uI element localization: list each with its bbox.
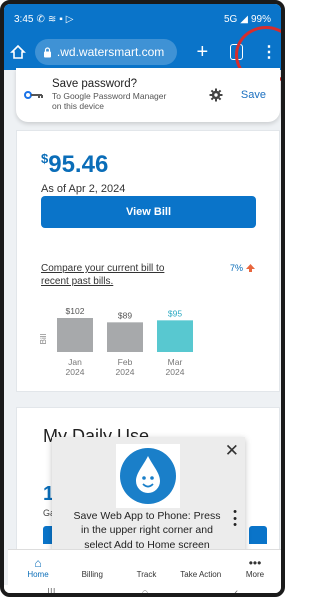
- chart-year-label: 2024: [166, 367, 185, 377]
- play-icon: ▷: [65, 13, 74, 25]
- nav-home-label: Home: [27, 570, 49, 579]
- nav-take-action[interactable]: Take Action: [179, 557, 223, 579]
- bill-as-of: As of Apr 2, 2024: [41, 183, 126, 195]
- phone-frame: 3:45 ✆ ≋ ▪ ▷ 5G ◢ 99% .wd.watersmart.com…: [0, 0, 285, 597]
- chart-month-label: Feb: [118, 357, 133, 367]
- url-text: .wd.watersmart.com: [56, 45, 165, 59]
- nav-track-label: Track: [136, 570, 157, 579]
- install-instructions-line2: in the upper right corner and: [81, 524, 213, 537]
- view-bill-button[interactable]: View Bill: [41, 196, 256, 228]
- compare-bills-link[interactable]: Compare your current bill to recent past…: [41, 262, 201, 288]
- android-nav-bar: ||| ○ ‹: [4, 585, 281, 593]
- status-bar: 3:45 ✆ ≋ ▪ ▷ 5G ◢ 99%: [4, 4, 281, 34]
- compare-bills-line2: recent past bills.: [41, 276, 114, 287]
- nav-more-label: More: [245, 570, 265, 579]
- message-icon: ▪: [59, 13, 63, 25]
- status-left: 3:45 ✆ ≋ ▪ ▷: [14, 14, 74, 25]
- save-password-prompt: Save password? To Google Password Manage…: [16, 68, 280, 122]
- percent-change: 7%: [230, 263, 256, 273]
- phone-icon: ✆: [36, 13, 45, 25]
- wifi-icon: ≋: [47, 13, 57, 25]
- save-password-title: Save password?: [52, 78, 138, 91]
- chart-month-label: Mar: [168, 357, 183, 367]
- address-bar[interactable]: .wd.watersmart.com: [34, 39, 177, 65]
- install-instructions-line1: Save Web App to Phone: Press: [73, 510, 221, 522]
- chart-month-label: Jan: [68, 357, 82, 367]
- recents-icon[interactable]: |||: [47, 587, 56, 593]
- lock-icon: [43, 46, 51, 57]
- kebab-menu-icon: • • •: [233, 506, 237, 532]
- nav-track[interactable]: Track: [125, 557, 169, 579]
- arrow-up-icon: [246, 264, 256, 272]
- nav-billing-label: Billing: [81, 570, 103, 579]
- battery-label: 99%: [250, 13, 271, 25]
- bill-amount-value: 95.46: [48, 151, 109, 178]
- chart-year-label: 2024: [66, 367, 85, 377]
- bill-card: $95.46 As of Apr 2, 2024 View Bill Compa…: [16, 130, 280, 392]
- percent-change-value: 7%: [230, 263, 244, 273]
- save-password-subtitle: To Google Password Manager on this devic…: [52, 91, 207, 112]
- home-icon: ⌂: [34, 556, 42, 570]
- back-icon[interactable]: ‹: [234, 587, 238, 593]
- save-password-text: Save password? To Google Password Manage…: [52, 78, 207, 112]
- android-home-icon[interactable]: ○: [142, 587, 149, 593]
- signal-icon: ◢: [240, 13, 248, 25]
- chart-value-label: $95: [168, 308, 182, 318]
- app-logo: [116, 444, 180, 508]
- new-tab-icon[interactable]: +: [193, 41, 212, 64]
- chart-year-label: 2024: [116, 367, 135, 377]
- bill-amount: $95.46: [41, 151, 108, 179]
- status-time: 3:45: [14, 13, 34, 25]
- nav-more[interactable]: ••• More: [233, 557, 277, 579]
- save-password-button[interactable]: Save: [241, 89, 266, 101]
- bill-chart: Bill$102Jan2024$89Feb2024$95Mar2024: [39, 306, 193, 377]
- browser-home-icon[interactable]: [10, 43, 27, 61]
- install-instructions: Save Web App to Phone: Press in the uppe…: [58, 509, 236, 552]
- gear-icon[interactable]: [207, 86, 225, 104]
- chart-bar: [57, 318, 93, 352]
- key-icon: [24, 89, 46, 101]
- chart-bar: [157, 320, 193, 352]
- compare-bills-line1: Compare your current bill to: [41, 263, 165, 274]
- network-label: 5G: [223, 13, 238, 25]
- nav-take-action-label: Take Action: [180, 570, 222, 579]
- chart-value-label: $102: [66, 306, 85, 316]
- daily-use-button-right[interactable]: [249, 526, 267, 544]
- chart-value-label: $89: [118, 310, 132, 320]
- chart-ylabel: Bill: [39, 333, 48, 344]
- chart-bar: [107, 322, 143, 352]
- water-drop-icon: [120, 448, 176, 504]
- status-right: 5G ◢ 99%: [224, 14, 271, 25]
- save-password-subtitle-line2: on this device: [52, 101, 104, 111]
- nav-home[interactable]: ⌂ Home: [16, 557, 60, 579]
- more-icon: •••: [248, 556, 262, 570]
- close-icon[interactable]: ✕: [225, 441, 239, 461]
- bottom-nav: ⌂ Home Billing Track Take Action ••• Mor…: [8, 549, 281, 585]
- nav-billing[interactable]: Billing: [70, 557, 114, 579]
